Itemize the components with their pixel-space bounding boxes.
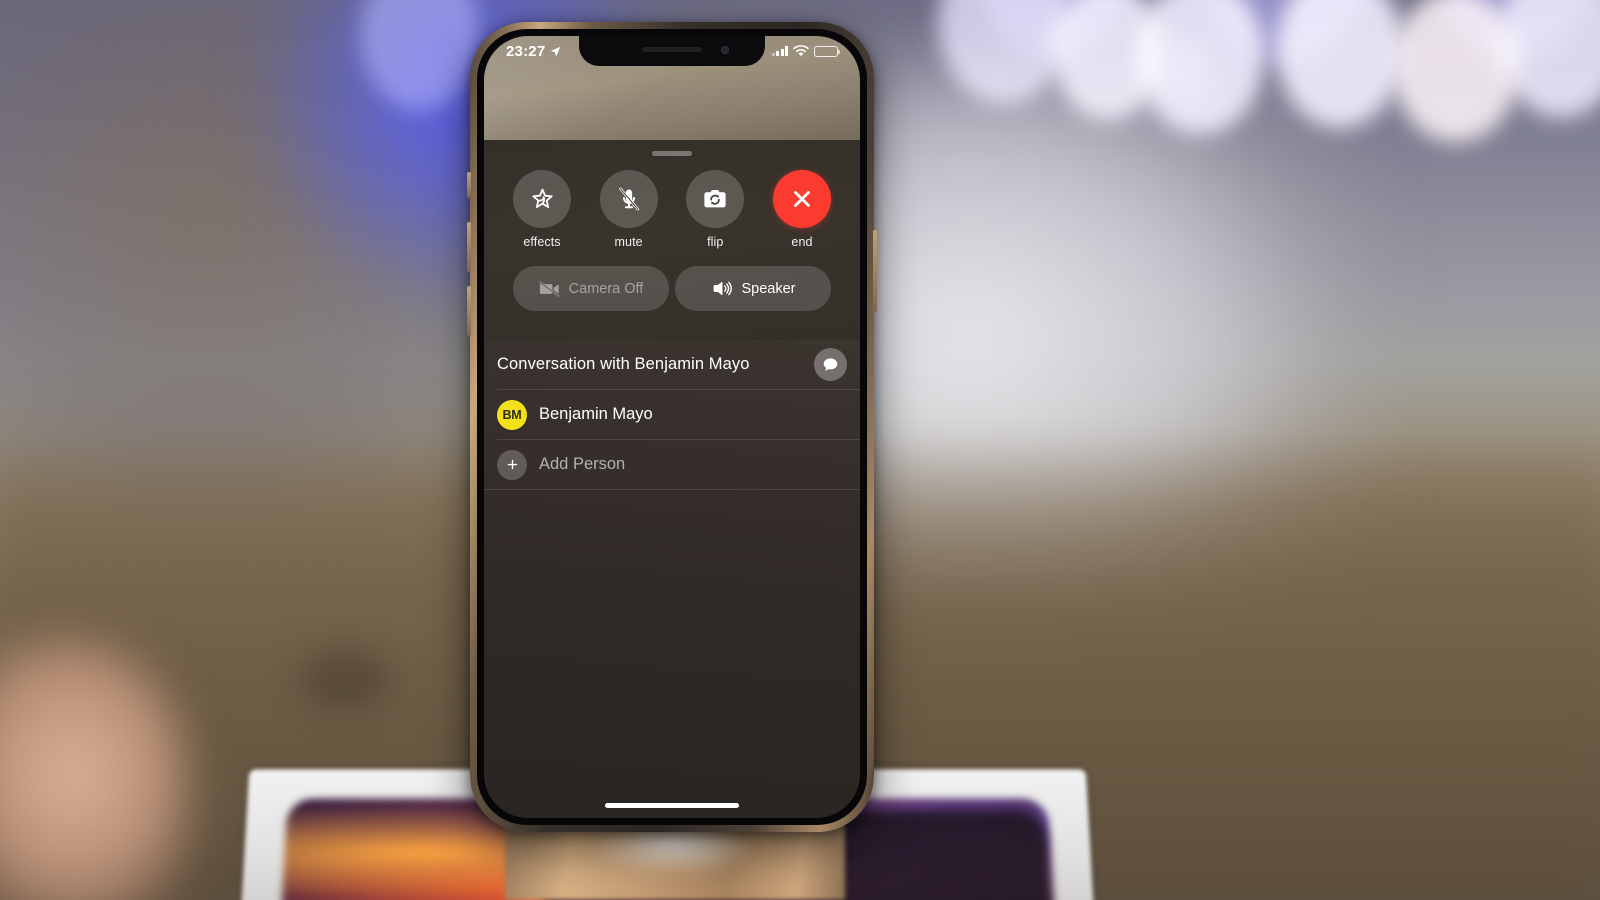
participant-name: Benjamin Mayo bbox=[539, 405, 653, 423]
conversation-list-panel: Conversation with Benjamin Mayo BM Benja… bbox=[484, 340, 860, 818]
microphone-muted-icon bbox=[618, 187, 639, 211]
status-bar-left: 23:27 bbox=[506, 43, 561, 60]
location-arrow-icon bbox=[551, 46, 561, 56]
message-bubble-icon bbox=[823, 358, 838, 371]
ring-silent-switch[interactable] bbox=[467, 172, 471, 198]
add-person-label: Add Person bbox=[539, 455, 626, 473]
call-controls-button-row: effects mute flip end bbox=[484, 170, 860, 249]
battery-icon bbox=[814, 45, 841, 57]
camera-off-toggle[interactable]: Camera Off bbox=[513, 266, 669, 311]
status-bar-time: 23:27 bbox=[506, 42, 546, 60]
bokeh-light bbox=[1160, 36, 1212, 98]
screenshot-stage: 23:27 effects mute flip end Camera Off S… bbox=[0, 0, 1600, 900]
add-person-row[interactable]: Add Person bbox=[484, 440, 860, 489]
conversation-header-row[interactable]: Conversation with Benjamin Mayo bbox=[484, 340, 860, 389]
effects-button-circle bbox=[513, 170, 571, 228]
camera-flip-icon bbox=[704, 190, 726, 208]
end-call-button[interactable]: end bbox=[772, 170, 831, 249]
iphone-device: 23:27 effects mute flip end Camera Off S… bbox=[467, 22, 877, 832]
mute-button[interactable]: mute bbox=[599, 170, 658, 249]
conversation-title: Conversation with Benjamin Mayo bbox=[497, 355, 750, 373]
volume-up-button[interactable] bbox=[467, 222, 471, 272]
status-bar: 23:27 bbox=[484, 36, 860, 66]
speaker-toggle[interactable]: Speaker bbox=[675, 266, 831, 311]
flip-camera-button[interactable]: flip bbox=[686, 170, 745, 249]
home-indicator[interactable] bbox=[605, 803, 739, 808]
call-controls-panel: effects mute flip end Camera Off Speaker bbox=[484, 140, 860, 340]
close-x-icon bbox=[794, 191, 810, 207]
effects-button[interactable]: effects bbox=[513, 170, 571, 249]
drag-handle[interactable] bbox=[652, 151, 692, 156]
message-button[interactable] bbox=[814, 348, 847, 381]
flip-button-circle bbox=[686, 170, 745, 228]
speaker-toggle-label: Speaker bbox=[741, 280, 796, 297]
participant-row[interactable]: BM Benjamin Mayo bbox=[484, 390, 860, 439]
camera-off-toggle-label: Camera Off bbox=[568, 280, 644, 297]
wifi-icon bbox=[793, 45, 809, 57]
list-divider bbox=[484, 489, 860, 490]
background-table-knot bbox=[300, 650, 390, 710]
stand-reflection-glow bbox=[593, 826, 753, 872]
end-call-button-circle bbox=[772, 170, 831, 228]
phone-screen[interactable]: 23:27 effects mute flip end Camera Off S… bbox=[484, 36, 860, 818]
avatar: BM bbox=[497, 399, 527, 430]
mute-button-label: mute bbox=[614, 235, 643, 249]
volume-down-button[interactable] bbox=[467, 286, 471, 336]
side-power-button[interactable] bbox=[873, 230, 877, 312]
effects-button-label: effects bbox=[523, 235, 561, 249]
end-call-button-label: end bbox=[791, 235, 813, 249]
plus-icon bbox=[507, 459, 517, 470]
status-bar-right bbox=[771, 45, 841, 57]
effects-star-icon bbox=[531, 188, 553, 208]
add-person-circle bbox=[497, 449, 527, 480]
mute-button-circle bbox=[599, 170, 658, 228]
call-toggle-row: Camera Off Speaker bbox=[484, 266, 860, 311]
speaker-waves-icon bbox=[714, 281, 733, 296]
flip-button-label: flip bbox=[707, 235, 724, 249]
camera-off-icon bbox=[538, 281, 560, 297]
cellular-signal-icon bbox=[771, 46, 788, 56]
